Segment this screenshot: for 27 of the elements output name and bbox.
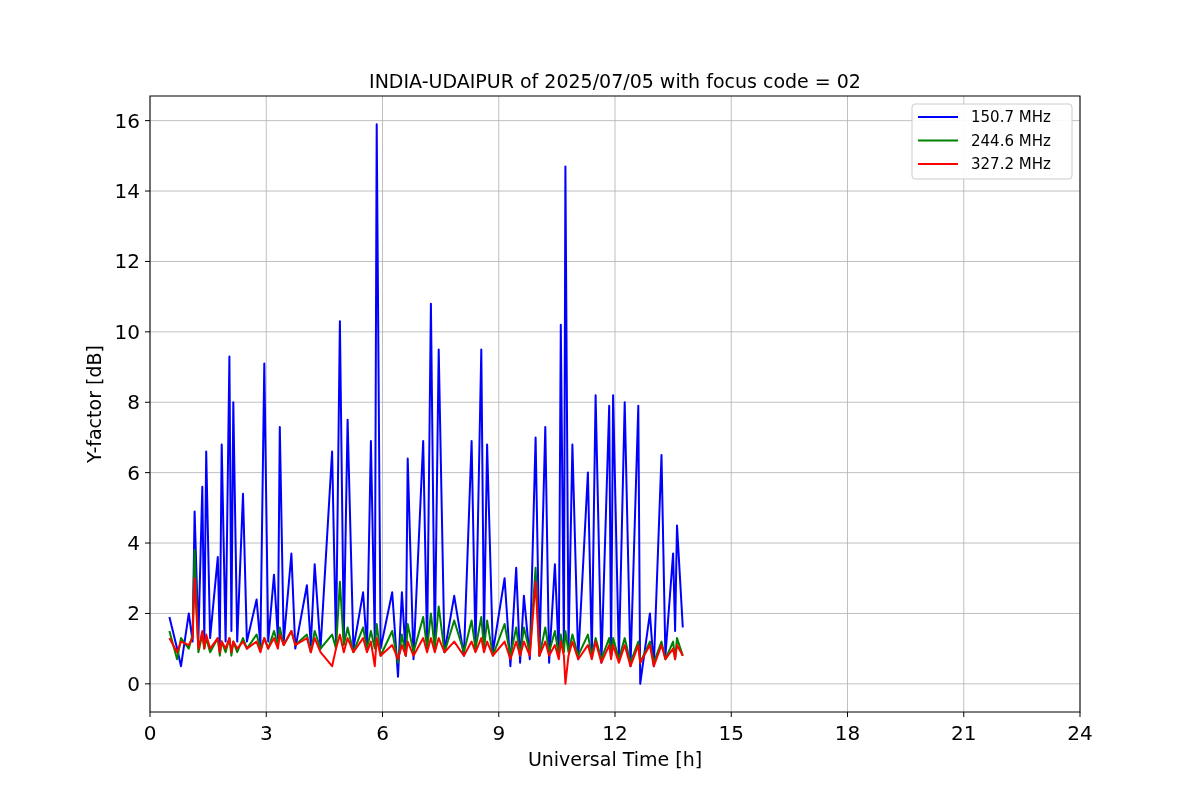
y-tick-label: 6: [127, 460, 140, 485]
legend-line: [917, 163, 959, 165]
x-tick-label: 18: [834, 721, 861, 745]
x-tick-label: 12: [602, 721, 628, 745]
x-tick-label: 9: [492, 721, 506, 745]
y-tick-label: 0: [127, 671, 140, 696]
legend-label: 327.2 MHz: [971, 155, 1051, 173]
legend-line: [917, 139, 959, 142]
chart-title: INDIA-UDAIPUR of 2025/07/05 with focus code = 02: [369, 70, 861, 92]
x-tick-label: 24: [1067, 721, 1093, 745]
x-tick-label: 3: [259, 721, 273, 745]
x-tick-label: 15: [718, 721, 744, 745]
legend-line: [917, 116, 959, 118]
y-tick-label: 10: [114, 319, 140, 344]
legend-label: 244.6 MHz: [971, 131, 1051, 150]
y-tick-label: 4: [127, 531, 140, 556]
x-tick-label: 21: [951, 721, 977, 745]
y-tick-label: 2: [127, 601, 140, 626]
y-tick-label: 8: [127, 390, 140, 415]
y-axis-label: Y-factor [dB]: [83, 345, 105, 463]
y-tick-label: 16: [114, 108, 140, 133]
x-tick-label: 6: [376, 721, 389, 745]
y-tick-label: 12: [114, 249, 140, 274]
y-tick-label: 14: [114, 179, 140, 204]
x-tick-label: 0: [143, 721, 157, 745]
x-axis-label: Universal Time [h]: [527, 748, 703, 770]
legend-label: 150.7 MHz: [971, 108, 1051, 126]
